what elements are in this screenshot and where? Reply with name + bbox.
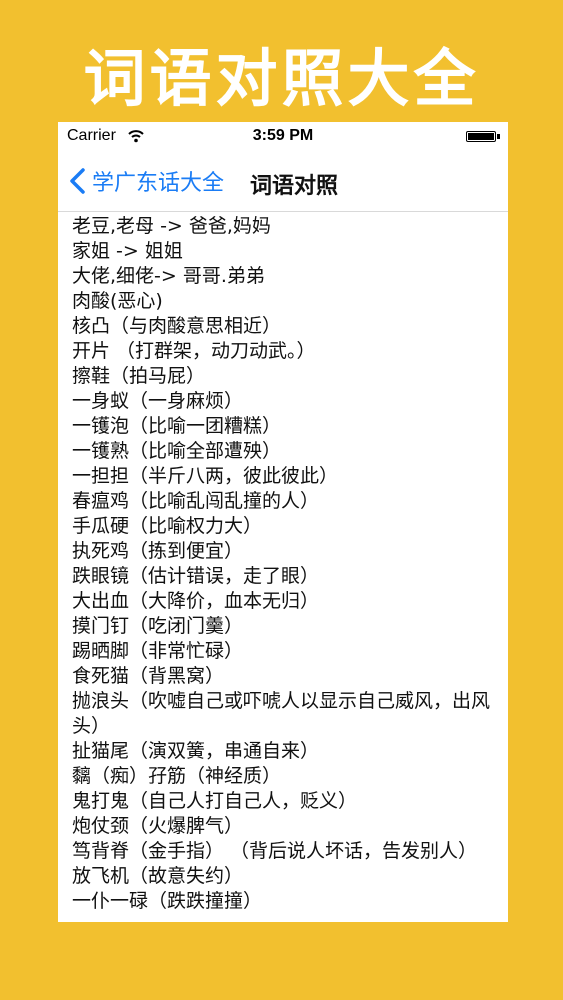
list-item: 鬼打鬼（自己人打自己人，贬义）: [72, 790, 358, 812]
nav-title: 词语对照: [250, 174, 339, 199]
list-item: 一仆一碌（跌跌撞撞）: [72, 890, 263, 912]
entry-list[interactable]: 老豆,老母 -> 爸爸,妈妈 家姐 -> 姐姐大佬,细佬-> 哥哥.弟弟 肉酸(恶心…: [72, 214, 502, 914]
list-item: 一身蚁（一身麻烦）: [72, 390, 244, 412]
list-item: 食死猫（背黑窝）: [72, 665, 225, 687]
list-item: 开片 （打群架，动刀动武。）: [72, 340, 316, 362]
navigation-bar: 学广东话大全 词语对照: [58, 150, 508, 212]
list-item: 放飞机（故意失约）: [72, 865, 244, 887]
list-item: 跌眼镜（估计错误，走了眼）: [72, 565, 320, 587]
list-item: 一镬泡（比喻一团糟糕）: [72, 415, 282, 437]
list-item: 笃背脊（金手指） （背后说人坏话，告发别人）: [72, 840, 478, 862]
list-item: 老豆,老母 -> 爸爸,妈妈: [72, 215, 271, 237]
phone-screen: Carrier 3:59 PM 学广东话大全 词语对照 老豆,老母 -> 爸爸,…: [58, 122, 508, 922]
list-item: 执死鸡（拣到便宜）: [72, 540, 244, 562]
list-item: 核凸（与肉酸意思相近）: [72, 315, 282, 337]
list-item: 抛浪头（吹嘘自己或吓唬人以显示自己威风，出风头）: [72, 690, 491, 737]
list-item: 擦鞋（拍马屁）: [72, 365, 206, 387]
list-item: 踢晒脚（非常忙碌）: [72, 640, 244, 662]
list-item: 扯猫尾（演双簧，串通自来）: [72, 740, 320, 762]
list-item: 肉酸(恶心): [72, 290, 163, 312]
list-item: 一镬熟（比喻全部遭殃）: [72, 440, 282, 462]
list-item: 手瓜硬（比喻权力大）: [72, 515, 263, 537]
list-item: 炮仗颈（火爆脾气）: [72, 815, 244, 837]
list-item: 黐（痴）孖筋（神经质）: [72, 765, 282, 787]
list-item: 大出血（大降价，血本无归）: [72, 590, 320, 612]
list-item: 一担担（半斤八两，彼此彼此）: [72, 465, 339, 487]
back-button[interactable]: 学广东话大全: [68, 164, 224, 198]
battery-icon: [466, 131, 496, 142]
banner-title: 词语对照大全: [83, 42, 480, 115]
list-item: 春瘟鸡（比喻乱闯乱撞的人）: [72, 490, 320, 512]
list-item: 家姐 -> 姐姐: [72, 240, 183, 262]
back-button-label: 学广东话大全: [92, 171, 225, 196]
status-bar: Carrier 3:59 PM: [58, 122, 508, 150]
battery-tip: [497, 134, 500, 139]
chevron-left-icon: [70, 168, 85, 194]
list-item: 大佬,细佬-> 哥哥.弟弟: [72, 265, 265, 287]
status-time: 3:59 PM: [252, 127, 314, 144]
list-item: 摸门钉（吃闭门羹）: [72, 615, 244, 637]
